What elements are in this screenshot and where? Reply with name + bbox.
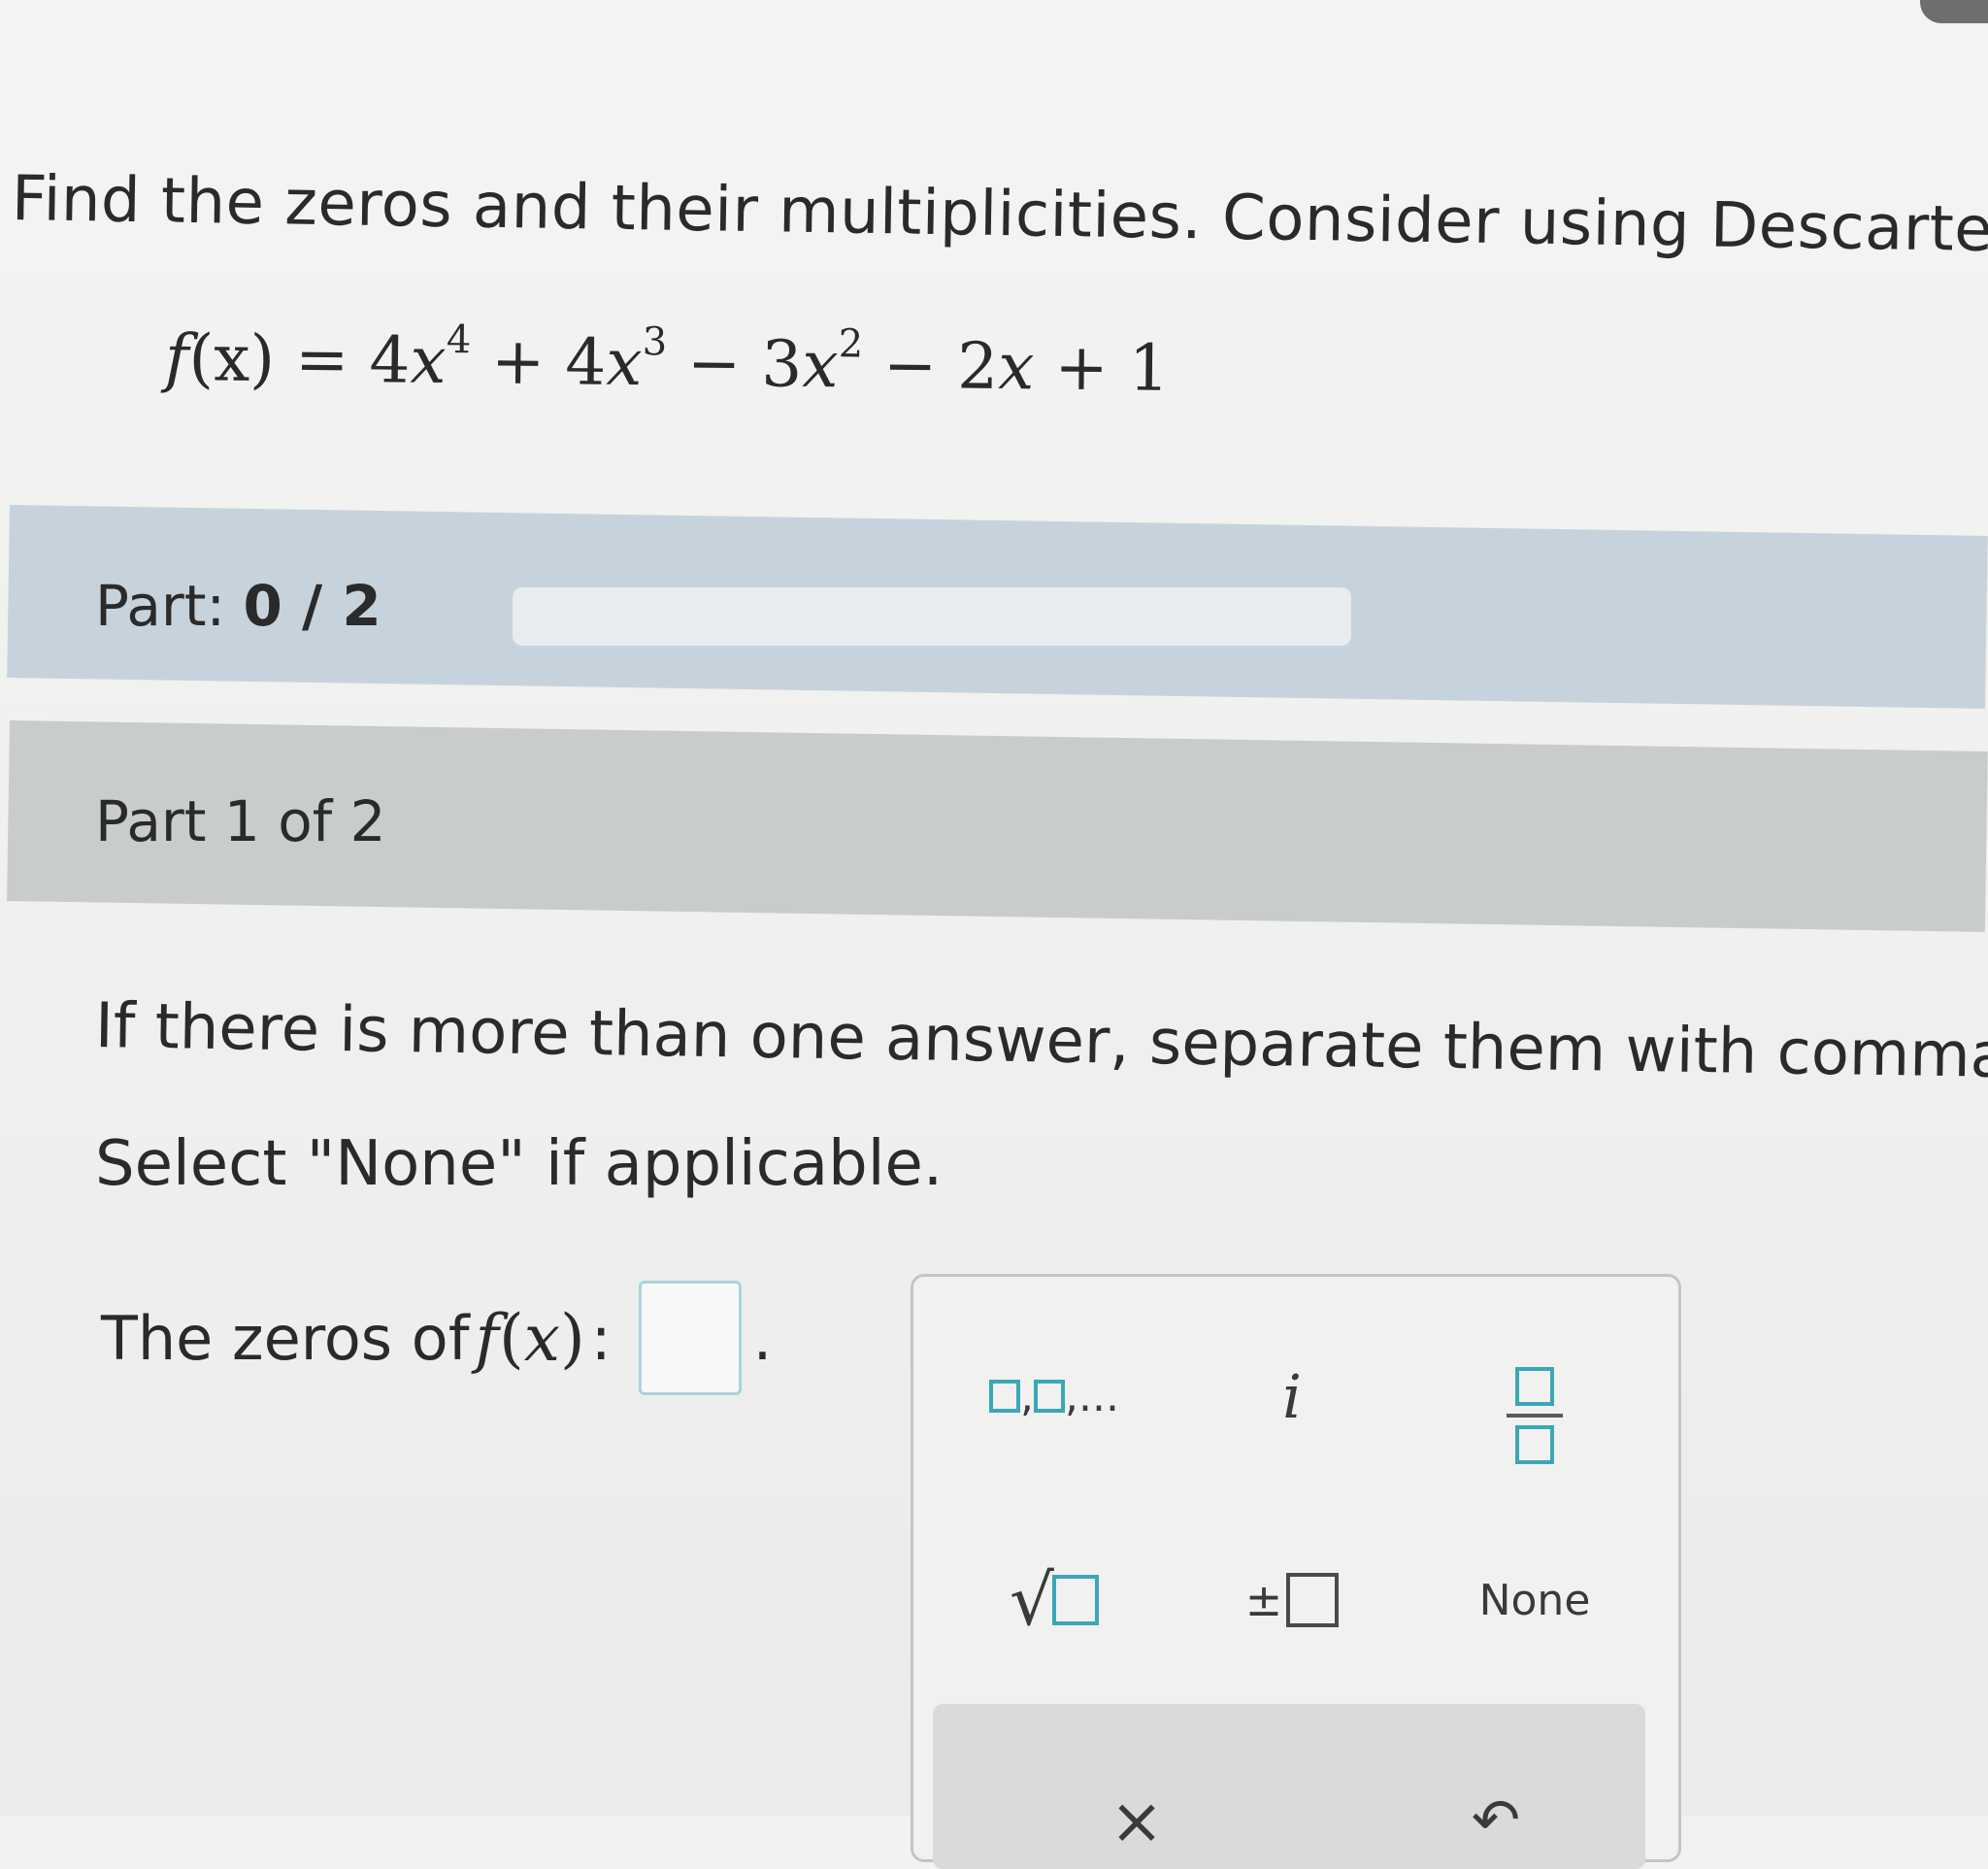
- clear-button[interactable]: ×: [1088, 1772, 1185, 1869]
- eq-t5-const: 1: [1128, 330, 1171, 406]
- fraction-button[interactable]: [1486, 1343, 1583, 1488]
- part-progress-label: Part: 0 / 2: [95, 573, 381, 639]
- undo-button[interactable]: ↶: [1447, 1772, 1544, 1869]
- scroll-handle[interactable]: [1920, 0, 1988, 23]
- answer-period: .: [752, 1302, 773, 1374]
- eq-t2-coef: 4: [564, 324, 607, 400]
- page: Find the zeros and their multiplicities.…: [0, 0, 1988, 1869]
- progress-bar: [513, 587, 1351, 646]
- eq-t3-exp: 2: [838, 321, 864, 367]
- eq-t4-op: −: [862, 327, 958, 404]
- list-box-2-icon: [1034, 1380, 1066, 1413]
- answer-open-paren: (: [498, 1300, 524, 1376]
- list-ellipsis: ,...: [1065, 1371, 1119, 1421]
- eq-t1-coef: 4: [369, 322, 411, 398]
- part-progress-separator: /: [282, 573, 343, 639]
- keypad-actions: × ↶: [933, 1704, 1645, 1869]
- answer-var: x: [523, 1300, 560, 1376]
- eq-t3-coef: 3: [760, 326, 803, 402]
- eq-t1-var: x: [410, 322, 447, 399]
- part-progress-total: 2: [342, 573, 381, 639]
- fraction-bar-icon: [1507, 1414, 1563, 1418]
- eq-t4-var: x: [997, 328, 1035, 405]
- zeros-answer-input[interactable]: [638, 1281, 742, 1395]
- instructions-line-1: If there is more than one answer, separa…: [94, 990, 1988, 1093]
- part-header-label: Part 1 of 2: [95, 788, 386, 854]
- plus-minus-icon: ±: [1244, 1574, 1283, 1626]
- list-button[interactable]: ,,...: [967, 1343, 1142, 1450]
- eq-t3-op: −: [666, 325, 762, 402]
- denominator-box-icon: [1515, 1425, 1554, 1464]
- answer-function: f(x): [476, 1301, 585, 1376]
- list-box-1-icon: [989, 1380, 1021, 1413]
- plus-minus-button[interactable]: ±: [1224, 1547, 1360, 1653]
- eq-t2-var: x: [605, 324, 644, 401]
- eq-t4-coef: 2: [956, 328, 999, 404]
- part-progress-prefix: Part:: [95, 573, 244, 639]
- part-progress-completed: 0: [243, 573, 282, 639]
- eq-equals: =: [274, 321, 370, 398]
- eq-t1-exp: 4: [446, 317, 472, 363]
- plus-minus-box-icon: [1286, 1573, 1340, 1627]
- eq-fn: f: [164, 320, 189, 396]
- eq-t2-op: +: [470, 323, 566, 400]
- answer-close-paren: ): [559, 1300, 585, 1376]
- eq-t2-exp: 3: [642, 319, 668, 365]
- none-button[interactable]: None: [1457, 1547, 1612, 1653]
- question-text: Find the zeros and their multiplicities.…: [11, 163, 1988, 268]
- instructions-line-2: Select "None" if applicable.: [95, 1128, 944, 1200]
- imaginary-unit-button[interactable]: i: [1243, 1343, 1341, 1450]
- square-root-button[interactable]: √: [986, 1547, 1122, 1653]
- answer-row: The zeros of f(x) : .: [101, 1280, 772, 1396]
- numerator-box-icon: [1515, 1367, 1554, 1406]
- answer-label: The zeros of: [101, 1302, 470, 1374]
- radicand-box-icon: [1051, 1575, 1099, 1625]
- radical-icon: √: [1010, 1559, 1054, 1641]
- math-keypad: ,,... i √ ± None × ↶: [911, 1274, 1681, 1869]
- eq-t3-var: x: [801, 326, 839, 403]
- answer-colon: :: [590, 1302, 612, 1374]
- list-comma: ,: [1020, 1371, 1035, 1421]
- answer-fn: f: [475, 1300, 499, 1376]
- equation: f(x) = 4x4 + 4x3 − 3x2 − 2x + 1: [164, 317, 1171, 406]
- eq-t5-op: +: [1034, 329, 1130, 406]
- eq-arg: (x): [188, 320, 276, 397]
